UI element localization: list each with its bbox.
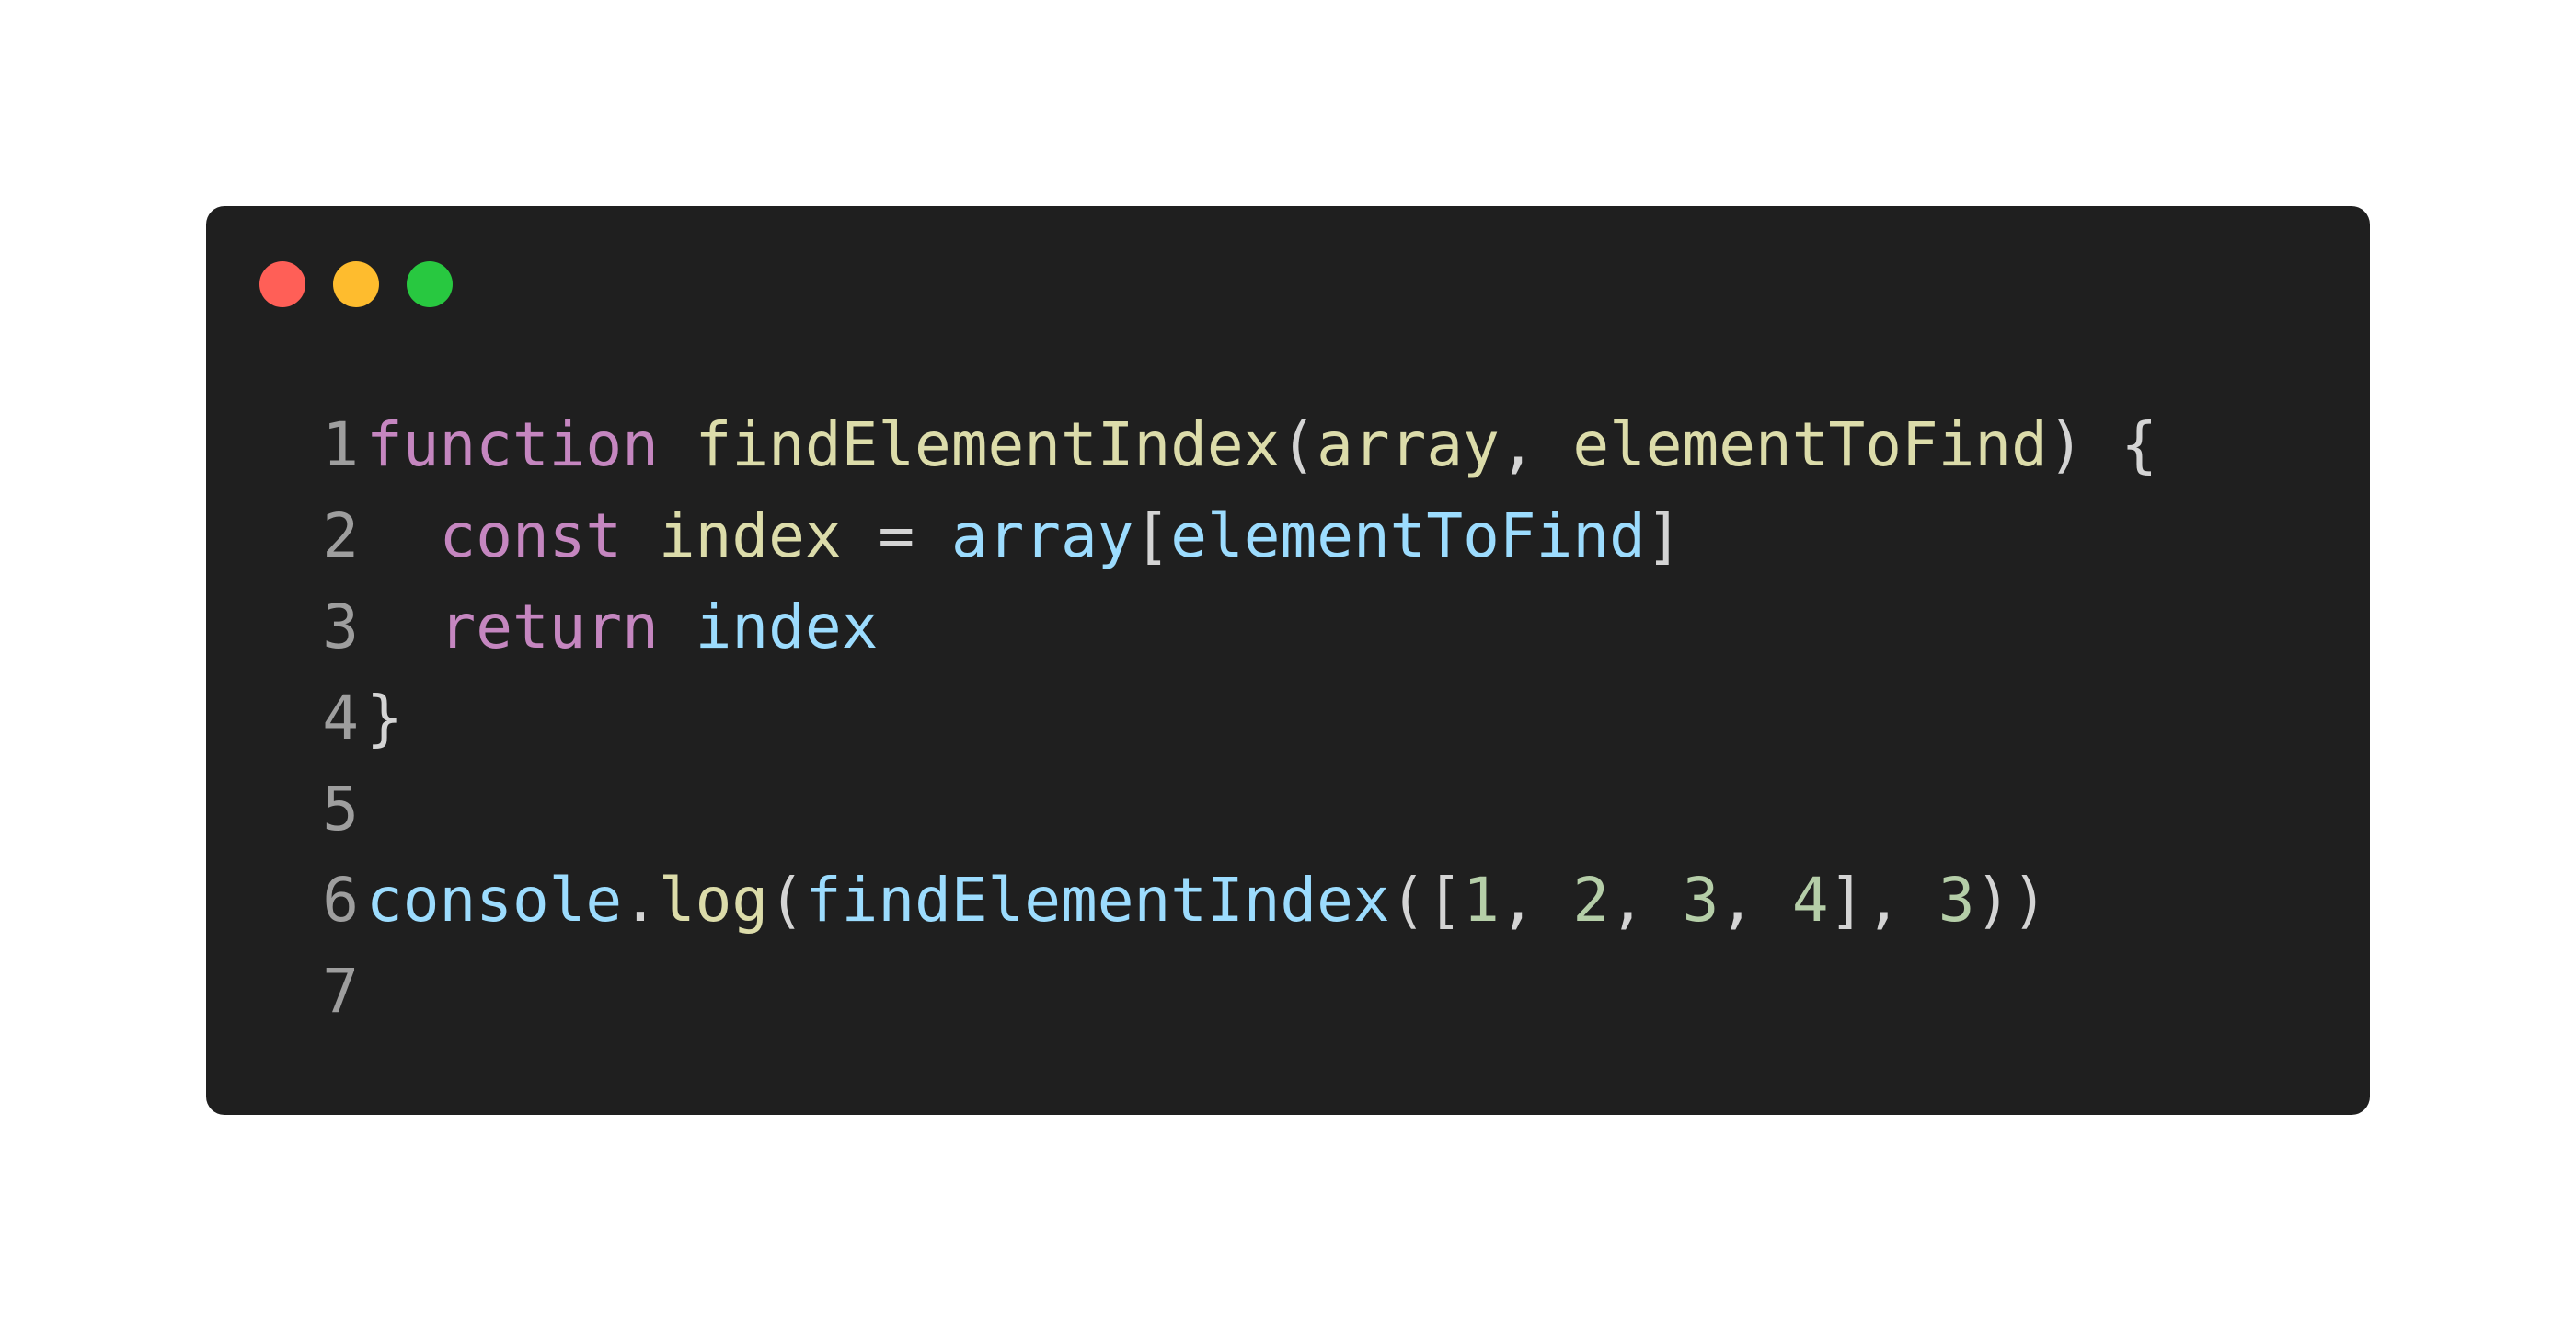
code-token: elementToFind [1572, 409, 2048, 480]
code-token: array [1317, 409, 1500, 480]
code-line: 1 function findElementIndex(array, elemen… [307, 399, 2157, 490]
code-token: 1 [1463, 865, 1500, 936]
code-token: , [1499, 865, 1573, 936]
line-number: 6 [322, 865, 359, 936]
code-token: index [695, 592, 879, 662]
code-token: findElementIndex [804, 865, 1390, 936]
line-source: return index [366, 581, 878, 672]
code-token: 3 [1938, 865, 1975, 936]
code-token: , [1719, 865, 1792, 936]
code-token: findElementIndex [695, 409, 1281, 480]
code-window: 1 function findElementIndex(array, elemen… [206, 206, 2370, 1115]
code-token: } [366, 683, 403, 753]
code-token: ] [1645, 500, 1683, 571]
line-number: 4 [322, 683, 359, 753]
code-token: array [950, 500, 1134, 571]
code-line: 3 return index [307, 581, 2157, 672]
maximize-window-icon[interactable] [407, 261, 453, 307]
code-token: . [622, 865, 659, 936]
code-token: const [439, 500, 623, 571]
code-line: 7 [307, 946, 2157, 1037]
line-number: 3 [322, 592, 359, 662]
code-token: elementToFind [1170, 500, 1646, 571]
code-token: 4 [1791, 865, 1829, 936]
code-line: 4} [307, 672, 2157, 764]
code-token: index [658, 500, 842, 571]
code-token: ) { [2047, 409, 2158, 480]
code-token: ], [1828, 865, 1938, 936]
close-window-icon[interactable] [259, 261, 305, 307]
line-number: 2 [322, 500, 359, 571]
code-token: console [366, 865, 623, 936]
line-source: const index = array[elementToFind] [366, 490, 1683, 581]
line-source: } [366, 672, 403, 764]
code-token: 3 [1682, 865, 1719, 936]
code-token: )) [1974, 865, 2049, 936]
code-token: log [658, 865, 769, 936]
code-token: ( [768, 865, 805, 936]
code-token: [ [1133, 500, 1171, 571]
minimize-window-icon[interactable] [333, 261, 379, 307]
line-source: console.log(findElementIndex([1, 2, 3, 4… [366, 855, 2048, 946]
line-number: 1 [322, 409, 359, 480]
code-token: ([ [1389, 865, 1464, 936]
code-token: 2 [1572, 865, 1610, 936]
line-number: 5 [322, 774, 359, 844]
code-line: 6 console.log(findElementIndex([1, 2, 3, … [307, 855, 2157, 946]
code-token: , [1499, 409, 1573, 480]
code-editor[interactable]: 1 function findElementIndex(array, elemen… [307, 399, 2157, 1037]
line-number: 7 [322, 956, 359, 1027]
code-token: return [439, 592, 659, 662]
code-token: = [841, 500, 951, 571]
line-source: function findElementIndex(array, element… [366, 399, 2157, 490]
code-token: function [366, 409, 659, 480]
code-token: , [1609, 865, 1683, 936]
code-line: 5 [307, 764, 2157, 855]
code-line: 2 const index = array[elementToFind] [307, 490, 2157, 581]
code-token: ( [1280, 409, 1317, 480]
